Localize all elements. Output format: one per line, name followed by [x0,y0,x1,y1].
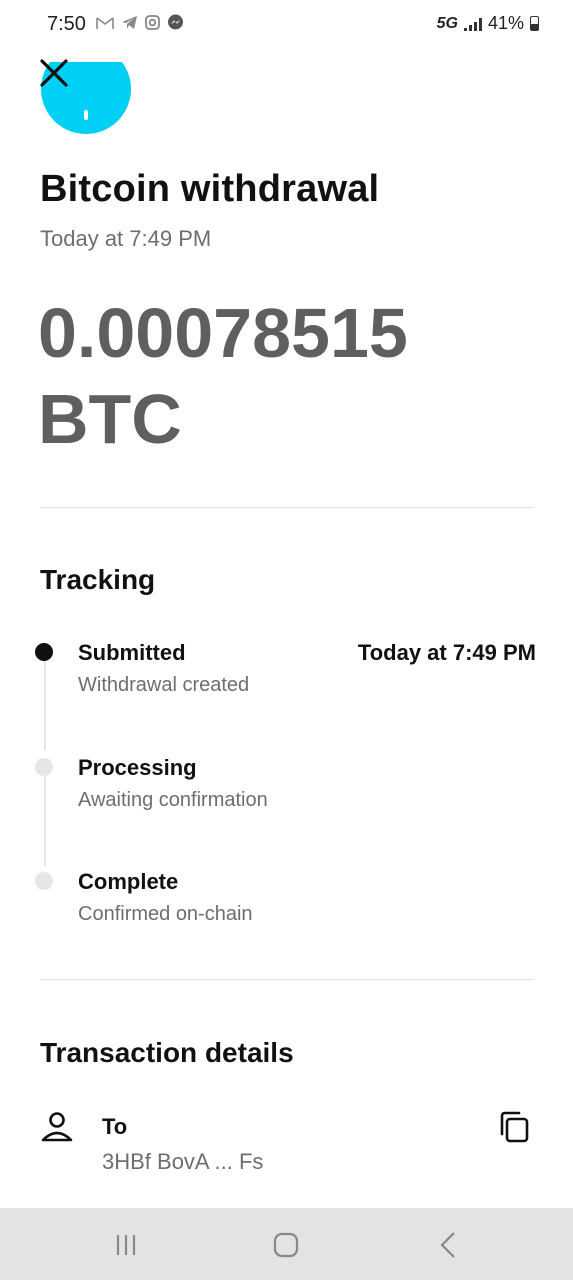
tracking-heading: Tracking [40,564,156,595]
recent-apps-icon[interactable] [106,1230,146,1260]
step-indicator-pending [35,872,53,890]
status-bar: 7:50 5G 41% [0,0,573,50]
gmail-icon [96,16,114,29]
status-time: 7:50 [47,13,86,35]
signal-icon [463,17,482,31]
battery-percent: 41% [487,13,524,33]
to-label: To [102,1114,128,1139]
transaction-amount: 0.00078515 BTC [38,294,408,458]
step-title: Complete [78,869,179,894]
divider [40,507,534,508]
page-title: Bitcoin withdrawal [40,168,380,210]
timeline-connector [44,660,46,750]
step-title: Submitted [78,640,186,665]
divider [40,979,534,980]
to-address: 3HBf BovA ... Fs [102,1149,264,1174]
network-type: 5G [436,14,458,32]
close-icon[interactable] [36,55,72,91]
person-icon [41,1112,73,1142]
avatar-plus-icon [84,110,88,120]
step-subtitle: Confirmed on-chain [78,903,253,925]
notification-icons [96,14,184,31]
system-nav-bar [0,1208,573,1280]
transaction-timestamp: Today at 7:49 PM [40,226,212,251]
messenger-icon [168,14,183,30]
telegram-icon [122,16,137,29]
system-icons: 5G 41% [437,13,539,34]
transaction-details-heading: Transaction details [40,1037,294,1068]
step-subtitle: Awaiting confirmation [78,789,268,811]
step-time: Today at 7:49 PM [357,640,536,665]
timeline-connector [44,776,46,866]
step-indicator-active [35,643,53,661]
step-indicator-pending [35,758,53,776]
step-title: Processing [78,755,197,780]
instagram-icon [145,15,160,30]
copy-icon[interactable] [499,1110,531,1144]
home-icon[interactable] [266,1230,306,1260]
step-subtitle: Withdrawal created [78,674,250,696]
battery-icon [530,16,539,31]
back-icon[interactable] [428,1230,468,1260]
